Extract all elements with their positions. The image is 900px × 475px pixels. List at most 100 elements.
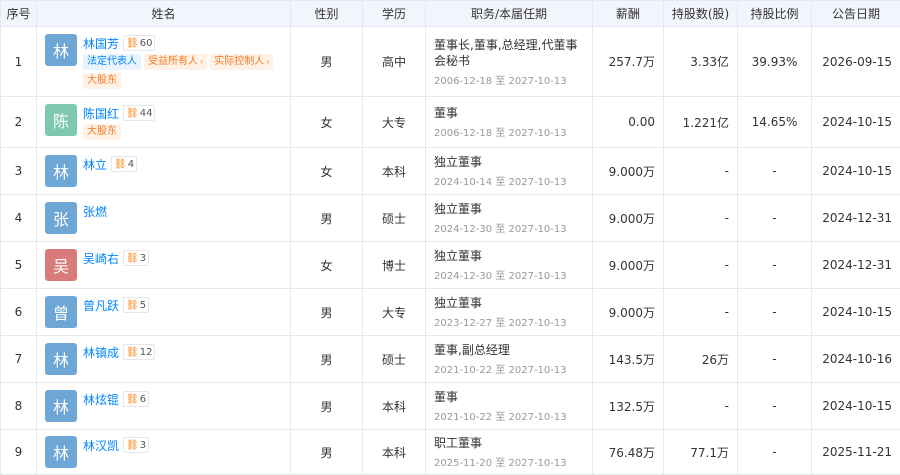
person-name-link[interactable]: 林国芳 [83, 35, 119, 52]
shares-cell: 1.221亿 [664, 97, 738, 148]
shares-cell: - [664, 242, 738, 289]
salary-cell: 9.000万 [593, 148, 664, 195]
person-name-link[interactable]: 吴崎右 [83, 250, 119, 267]
gender-cell: 男 [291, 430, 363, 475]
avatar[interactable]: 吴 [45, 249, 77, 281]
table-row: 4张张燃男硕士独立董事2024-12-30 至 2027-10-139.000万… [1, 195, 900, 242]
table-row: 1林林国芳⛓60法定代表人受益所有人›实际控制人›大股东男高中董事长,董事,总经… [1, 27, 900, 97]
person-name-link[interactable]: 张燃 [83, 203, 107, 220]
name-cell: 林林立⛓4 [37, 148, 291, 195]
person-name-link[interactable]: 林镇成 [83, 344, 119, 361]
gender-cell: 男 [291, 195, 363, 242]
row-index: 3 [1, 148, 37, 195]
salary-cell: 0.00 [593, 97, 664, 148]
row-index: 1 [1, 27, 37, 97]
gender-cell: 男 [291, 383, 363, 430]
name-cell: 林林汉凯⛓3 [37, 430, 291, 475]
shares-cell: - [664, 289, 738, 336]
salary-cell: 257.7万 [593, 27, 664, 97]
announce-date-cell: 2024-12-31 [812, 195, 900, 242]
avatar[interactable]: 林 [45, 34, 77, 66]
row-index: 8 [1, 383, 37, 430]
education-cell: 本科 [363, 383, 426, 430]
gender-cell: 女 [291, 148, 363, 195]
row-index: 2 [1, 97, 37, 148]
education-cell: 硕士 [363, 195, 426, 242]
name-cell: 张张燃 [37, 195, 291, 242]
position-cell: 独立董事2024-10-14 至 2027-10-13 [426, 148, 593, 195]
term-range: 2023-12-27 至 2027-10-13 [434, 314, 584, 329]
network-icon: ⛓ [126, 38, 139, 49]
ratio-cell: - [738, 289, 812, 336]
person-name-link[interactable]: 林汉凯 [83, 437, 119, 454]
position-title: 董事长,董事,总经理,代董事会秘书 [434, 37, 584, 69]
position-title: 董事 [434, 105, 584, 121]
avatar[interactable]: 林 [45, 343, 77, 375]
position-cell: 职工董事2025-11-20 至 2027-10-13 [426, 430, 593, 475]
position-cell: 董事 2006-12-18 至 2027-10-13 [426, 97, 593, 148]
person-name-link[interactable]: 林立 [83, 156, 107, 173]
education-cell: 硕士 [363, 336, 426, 383]
gender-cell: 女 [291, 242, 363, 289]
shares-cell: - [664, 383, 738, 430]
salary-cell: 9.000万 [593, 289, 664, 336]
avatar[interactable]: 陈 [45, 104, 77, 136]
avatar[interactable]: 林 [45, 390, 77, 422]
position-cell: 独立董事2024-12-30 至 2027-10-13 [426, 242, 593, 289]
person-name-link[interactable]: 陈国红 [83, 105, 119, 122]
shares-cell: - [664, 148, 738, 195]
role-tag[interactable]: 实际控制人› [210, 54, 273, 70]
education-cell: 本科 [363, 430, 426, 475]
salary-cell: 9.000万 [593, 242, 664, 289]
related-companies-badge[interactable]: ⛓3 [123, 250, 149, 266]
header-ratio: 持股比例 [738, 1, 812, 27]
header-edu: 学历 [363, 1, 426, 27]
ratio-cell: - [738, 242, 812, 289]
ratio-cell: - [738, 383, 812, 430]
announce-date-cell: 2024-10-16 [812, 336, 900, 383]
position-cell: 董事长,董事,总经理,代董事会秘书2006-12-18 至 2027-10-13 [426, 27, 593, 97]
related-companies-badge[interactable]: ⛓60 [123, 35, 155, 51]
education-cell: 大专 [363, 289, 426, 336]
position-title: 职工董事 [434, 435, 584, 451]
chevron-right-icon: › [266, 57, 269, 66]
term-range: 2006-12-18 至 2027-10-13 [434, 124, 584, 139]
header-idx: 序号 [1, 1, 37, 27]
network-icon: ⛓ [126, 394, 139, 405]
related-companies-badge[interactable]: ⛓12 [123, 344, 155, 360]
ratio-cell: - [738, 148, 812, 195]
role-tag[interactable]: 法定代表人 [83, 54, 141, 70]
role-tag[interactable]: 大股东 [83, 73, 121, 89]
network-icon: ⛓ [114, 159, 127, 170]
row-index: 5 [1, 242, 37, 289]
network-icon: ⛓ [126, 108, 139, 119]
person-name-link[interactable]: 曾凡跃 [83, 297, 119, 314]
avatar[interactable]: 曾 [45, 296, 77, 328]
header-name: 姓名 [37, 1, 291, 27]
role-tags: 法定代表人受益所有人›实际控制人› 大股东 [83, 54, 282, 89]
table-row: 9林林汉凯⛓3男本科职工董事2025-11-20 至 2027-10-1376.… [1, 430, 900, 475]
role-tag[interactable]: 大股东 [83, 124, 121, 140]
term-range: 2024-10-14 至 2027-10-13 [434, 173, 584, 188]
related-companies-badge[interactable]: ⛓4 [111, 156, 137, 172]
gender-cell: 女 [291, 97, 363, 148]
term-range: 2021-10-22 至 2027-10-13 [434, 408, 584, 423]
ratio-cell: 39.93% [738, 27, 812, 97]
network-icon: ⛓ [126, 300, 139, 311]
name-cell: 林林国芳⛓60 法定代表人受益所有人›实际控制人› 大股东 [37, 27, 291, 97]
avatar[interactable]: 林 [45, 155, 77, 187]
table-row: 5吴吴崎右⛓3女博士独立董事2024-12-30 至 2027-10-139.0… [1, 242, 900, 289]
avatar[interactable]: 林 [45, 436, 77, 468]
position-title: 董事 [434, 389, 584, 405]
avatar[interactable]: 张 [45, 202, 77, 234]
related-companies-badge[interactable]: ⛓3 [123, 437, 149, 453]
related-companies-badge[interactable]: ⛓5 [123, 297, 149, 313]
announce-date-cell: 2024-10-15 [812, 97, 900, 148]
role-tag[interactable]: 受益所有人› [144, 54, 207, 70]
related-companies-badge[interactable]: ⛓44 [123, 105, 155, 121]
gender-cell: 男 [291, 27, 363, 97]
term-range: 2021-10-22 至 2027-10-13 [434, 361, 584, 376]
related-companies-badge[interactable]: ⛓6 [123, 391, 149, 407]
person-name-link[interactable]: 林炫锟 [83, 391, 119, 408]
education-cell: 本科 [363, 148, 426, 195]
